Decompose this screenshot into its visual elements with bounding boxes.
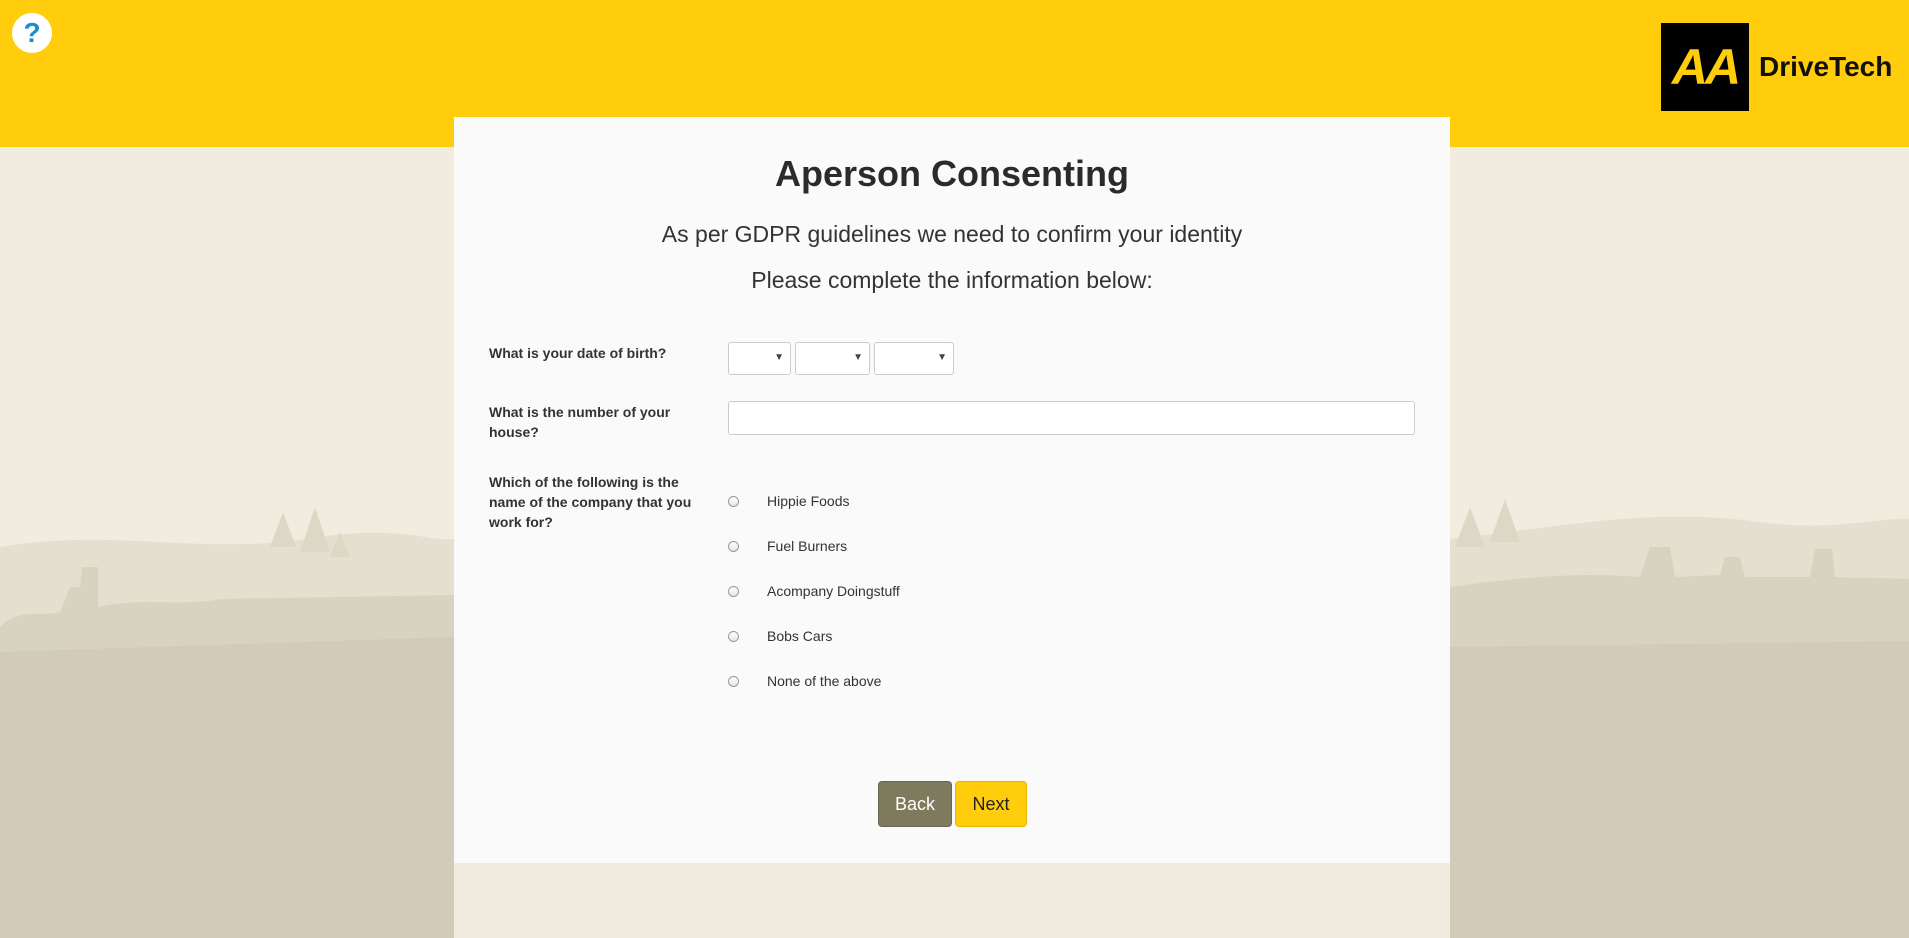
- dob-month-select[interactable]: ▼: [795, 342, 870, 375]
- radio-button[interactable]: [728, 675, 739, 687]
- company-option[interactable]: Acompany Doingstuff: [728, 580, 900, 602]
- company-option[interactable]: Fuel Burners: [728, 535, 847, 557]
- dropdown-arrow-icon: ▼: [774, 352, 784, 363]
- next-button[interactable]: Next: [955, 781, 1027, 827]
- dob-day-select[interactable]: ▼: [728, 342, 791, 375]
- radio-button[interactable]: [728, 495, 739, 507]
- company-option[interactable]: None of the above: [728, 670, 881, 692]
- help-icon: ?: [23, 17, 41, 48]
- logo-text: DriveTech: [1759, 51, 1893, 82]
- help-button[interactable]: ?: [12, 13, 52, 53]
- company-option-label: Bobs Cars: [767, 628, 833, 644]
- back-button[interactable]: Back: [878, 781, 952, 827]
- house-number-input[interactable]: [728, 401, 1415, 435]
- dropdown-arrow-icon: ▼: [937, 352, 947, 363]
- gdpr-subtitle: As per GDPR guidelines we need to confir…: [661, 221, 1243, 247]
- company-option-label: None of the above: [767, 673, 882, 689]
- dropdown-arrow-icon: ▼: [853, 352, 863, 363]
- radio-button[interactable]: [728, 630, 739, 642]
- dob-label: What is your date of birth?: [489, 345, 667, 361]
- company-option-label: Hippie Foods: [767, 493, 850, 509]
- aa-logo-mark: AA: [1661, 23, 1749, 111]
- instructions-subtitle: Please complete the information below:: [751, 267, 1153, 293]
- house-number-label: What is the number of your house?: [489, 404, 671, 440]
- page: ? AA DriveTech Aperson Consenting As per…: [0, 0, 1909, 938]
- radio-button[interactable]: [728, 585, 739, 597]
- company-option[interactable]: Bobs Cars: [728, 625, 832, 647]
- company-option[interactable]: Hippie Foods: [728, 490, 850, 512]
- dob-year-select[interactable]: ▼: [874, 342, 954, 375]
- company-option-label: Fuel Burners: [767, 538, 848, 554]
- company-question-label: Which of the following is the name of th…: [489, 474, 692, 530]
- radio-button[interactable]: [728, 540, 739, 552]
- page-title: Aperson Consenting: [774, 153, 1129, 194]
- company-option-label: Acompany Doingstuff: [767, 583, 900, 599]
- consent-form-card: Aperson Consenting As per GDPR guideline…: [454, 117, 1450, 863]
- aa-drivetech-logo: AA DriveTech: [1661, 23, 1892, 111]
